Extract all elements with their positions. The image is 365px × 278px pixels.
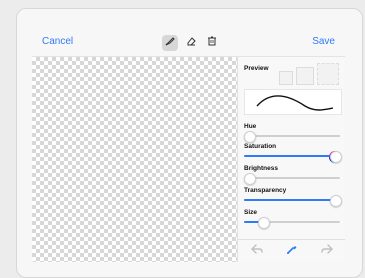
drawing-editor: Cancel Save Preview Hue Saturation Brigh… — [32, 30, 345, 262]
undo-button[interactable] — [250, 242, 264, 261]
tool-selector — [162, 34, 220, 52]
cancel-button[interactable]: Cancel — [42, 36, 73, 47]
eyedropper-icon — [285, 242, 299, 261]
eraser-icon — [185, 34, 197, 52]
undo-icon — [250, 242, 264, 261]
transparency-fill — [244, 199, 339, 201]
hue-label: Hue — [244, 123, 257, 130]
brush-size-presets — [279, 63, 339, 85]
trash-button[interactable] — [204, 35, 220, 51]
brush-tool-button[interactable] — [162, 35, 178, 51]
redo-button[interactable] — [320, 242, 334, 261]
panel-bottom-toolbar — [238, 239, 345, 262]
size-label: Size — [244, 209, 258, 216]
brightness-knob[interactable] — [244, 173, 256, 185]
eraser-tool-button[interactable] — [183, 35, 199, 51]
stroke-preview — [244, 89, 342, 115]
brightness-label: Brightness — [244, 165, 278, 172]
transparency-label: Transparency — [244, 187, 287, 194]
saturation-slider[interactable] — [244, 151, 342, 163]
brush-icon — [164, 34, 176, 52]
saturation-knob[interactable] — [330, 151, 342, 163]
save-button[interactable]: Save — [312, 36, 335, 47]
redo-icon — [320, 242, 334, 261]
preview-label: Preview — [244, 65, 269, 72]
saturation-label: Saturation — [244, 143, 277, 150]
transparency-knob[interactable] — [330, 195, 342, 207]
eyedropper-button[interactable] — [285, 244, 299, 258]
top-toolbar: Cancel Save — [32, 30, 345, 57]
brightness-slider[interactable] — [244, 173, 340, 185]
preset-large[interactable] — [317, 63, 339, 85]
size-knob[interactable] — [258, 217, 271, 229]
saturation-fill — [244, 155, 340, 157]
drawing-canvas[interactable] — [32, 57, 237, 262]
transparency-slider[interactable] — [244, 195, 342, 207]
hue-knob[interactable] — [244, 131, 256, 143]
preset-medium[interactable] — [296, 67, 314, 85]
brush-settings-panel: Preview Hue Saturation Brightness Transp… — [237, 57, 345, 262]
preset-small[interactable] — [279, 71, 293, 85]
hue-slider[interactable] — [244, 131, 340, 143]
size-slider[interactable] — [244, 217, 340, 229]
trash-icon — [206, 34, 218, 52]
